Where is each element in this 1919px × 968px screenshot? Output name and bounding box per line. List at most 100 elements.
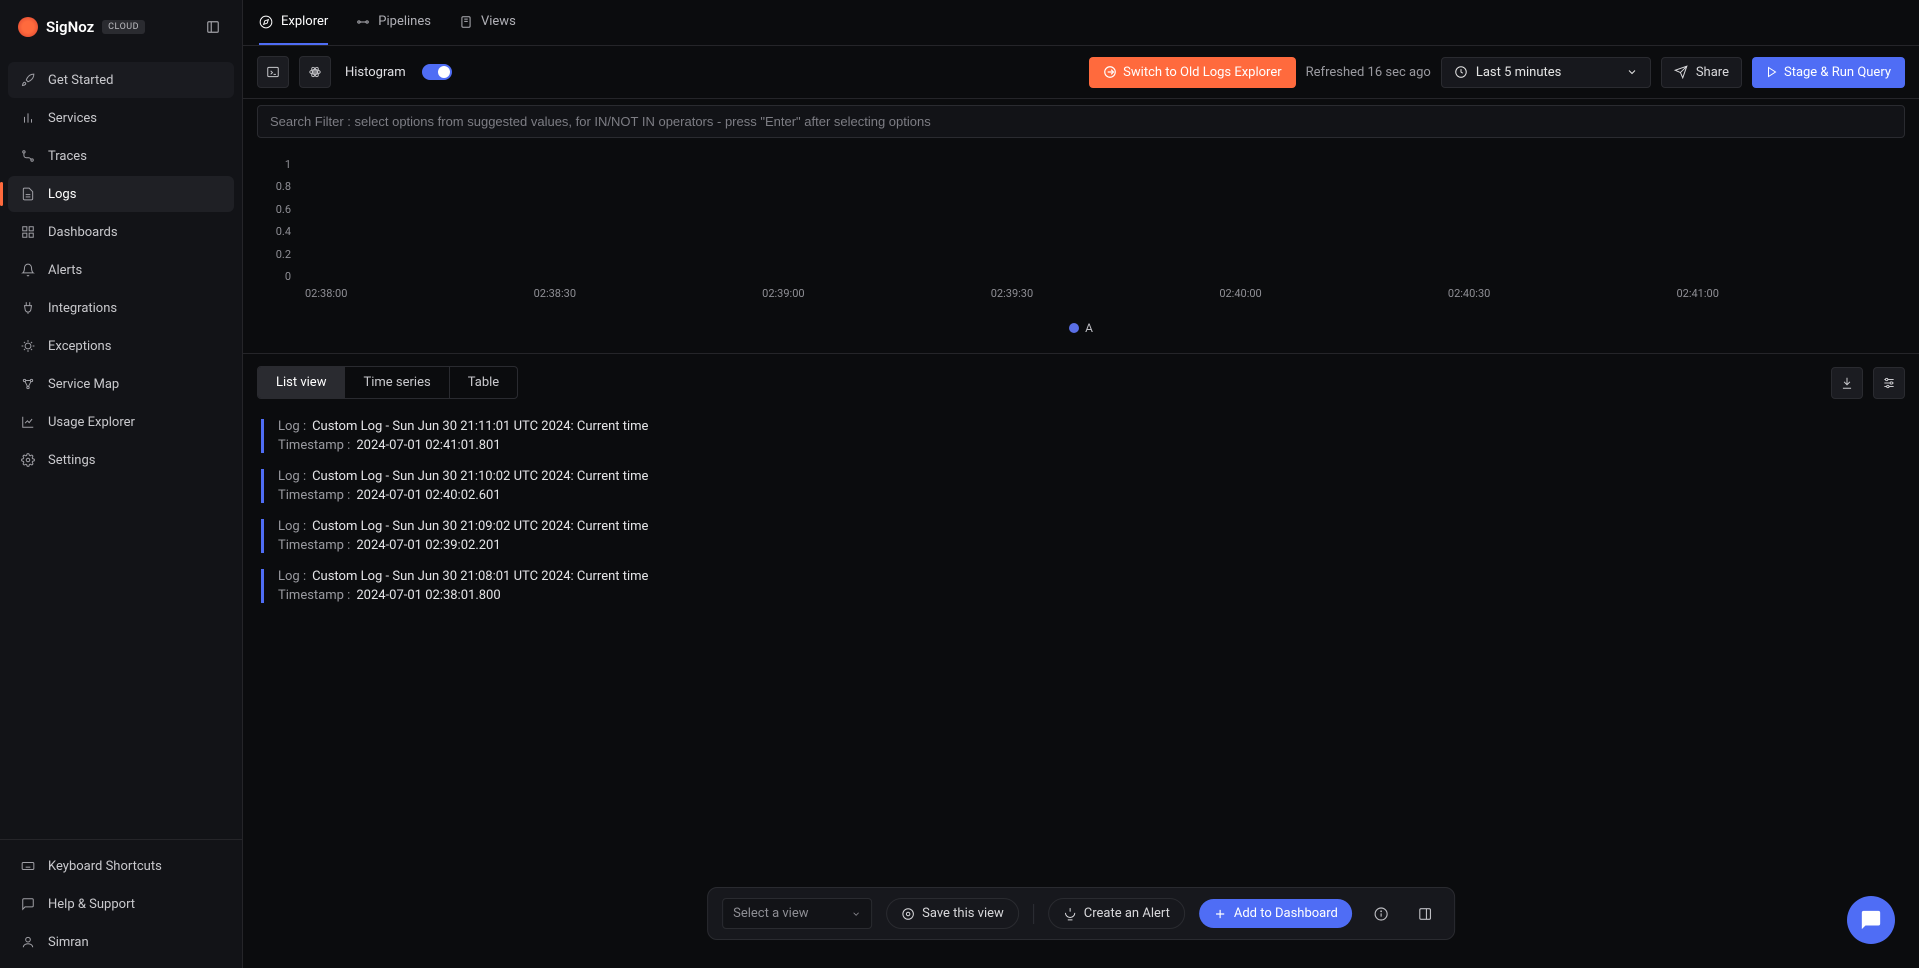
tab-label: Pipelines (378, 14, 431, 29)
view-mode-list[interactable]: List view (258, 367, 345, 398)
run-query-button[interactable]: Stage & Run Query (1752, 57, 1905, 88)
button-label: Add to Dashboard (1234, 906, 1338, 921)
x-tick: 02:38:00 (301, 287, 530, 313)
y-tick: 0.4 (276, 225, 291, 238)
float-action-bar: Select a view Save this view Create an A… (707, 887, 1455, 940)
logo-icon (18, 17, 38, 37)
arrow-switch-icon (1103, 65, 1117, 79)
sidebar-item-label: Integrations (48, 301, 117, 316)
tab-label: Views (481, 14, 516, 29)
sidebar-item-label: Help & Support (48, 897, 135, 912)
plug-icon (20, 300, 36, 316)
log-body: Custom Log - Sun Jun 30 21:11:01 UTC 202… (312, 419, 648, 434)
sidebar-item-traces[interactable]: Traces (8, 138, 234, 174)
share-button[interactable]: Share (1661, 57, 1742, 88)
log-timestamp: 2024-07-01 02:41:01.801 (356, 438, 500, 453)
button-label: Save this view (922, 906, 1004, 921)
log-timestamp: 2024-07-01 02:38:01.800 (356, 588, 500, 603)
log-field-label: Log : (278, 519, 306, 534)
sidebar-item-label: Dashboards (48, 225, 118, 240)
y-tick: 0.8 (276, 180, 291, 193)
x-tick: 02:40:00 (1215, 287, 1444, 313)
views-icon (459, 15, 473, 29)
sidebar-item-service-map[interactable]: Service Map (8, 366, 234, 402)
user-icon (20, 934, 36, 950)
sidebar-item-label: Service Map (48, 377, 119, 392)
sidebar-item-help-support[interactable]: Help & Support (8, 886, 234, 922)
sidebar-item-services[interactable]: Services (8, 100, 234, 136)
refreshed-label: Refreshed 16 sec ago (1306, 65, 1431, 80)
sidebar-item-settings[interactable]: Settings (8, 442, 234, 478)
sidebar-item-get-started[interactable]: Get Started (8, 62, 234, 98)
sidebar-item-label: Alerts (48, 263, 82, 278)
sidebar-item-label: Settings (48, 453, 95, 468)
tab-views[interactable]: Views (459, 0, 516, 45)
save-view-button[interactable]: Save this view (886, 898, 1019, 929)
select-view-dropdown[interactable]: Select a view (722, 898, 872, 929)
sidebar-item-logs[interactable]: Logs (8, 176, 234, 212)
sidebar-item-alerts[interactable]: Alerts (8, 252, 234, 288)
y-axis: 10.80.60.40.20 (261, 158, 297, 283)
download-icon (1840, 376, 1854, 390)
add-to-dashboard-button[interactable]: Add to Dashboard (1199, 899, 1352, 928)
topbar: Explorer Pipelines Views (243, 0, 1919, 46)
histogram-label: Histogram (345, 65, 406, 80)
sidebar-item-integrations[interactable]: Integrations (8, 290, 234, 326)
switch-old-explorer-button[interactable]: Switch to Old Logs Explorer (1089, 57, 1295, 88)
legend-dot-icon (1069, 323, 1079, 333)
log-entry[interactable]: Log : Custom Log - Sun Jun 30 21:09:02 UT… (261, 519, 1901, 553)
x-tick: 02:39:30 (987, 287, 1216, 313)
waypoints-icon (20, 148, 36, 164)
log-entry[interactable]: Log :Custom Log - Sun Jun 30 21:11:01 UT… (261, 419, 1901, 453)
disk-icon (901, 907, 915, 921)
sidebar-item-user[interactable]: Simran (8, 924, 234, 960)
bug-icon (20, 338, 36, 354)
log-field-label: Timestamp : (278, 588, 350, 603)
tab-label: Explorer (281, 14, 328, 29)
sidebar-item-usage-explorer[interactable]: Usage Explorer (8, 404, 234, 440)
download-button[interactable] (1831, 367, 1863, 399)
y-tick: 0 (285, 270, 291, 283)
legend-label: A (1085, 321, 1093, 335)
format-options-button[interactable] (1873, 367, 1905, 399)
clickhouse-query-button[interactable] (299, 56, 331, 88)
log-body: Custom Log - Sun Jun 30 21:08:01 UTC 202… (312, 569, 648, 584)
view-mode-time-series[interactable]: Time series (345, 367, 449, 398)
view-mode-table[interactable]: Table (450, 367, 517, 398)
main-content: Explorer Pipelines Views Histogram Switc… (243, 0, 1919, 968)
button-label: Share (1696, 65, 1729, 80)
clock-icon (1454, 65, 1468, 79)
create-alert-button[interactable]: Create an Alert (1048, 898, 1185, 929)
bell-icon (20, 262, 36, 278)
x-axis: 02:38:0002:38:3002:39:0002:39:3002:40:00… (301, 287, 1901, 313)
sidebar-item-exceptions[interactable]: Exceptions (8, 328, 234, 364)
sidebar-item-dashboards[interactable]: Dashboards (8, 214, 234, 250)
chart-legend[interactable]: A (261, 313, 1901, 343)
tab-pipelines[interactable]: Pipelines (356, 0, 431, 45)
file-text-icon (20, 186, 36, 202)
sidebar-nav: Get Started Services Traces Logs Dashboa… (0, 54, 242, 486)
chat-support-button[interactable] (1847, 896, 1895, 944)
sidebar-collapse-button[interactable] (202, 16, 224, 38)
pipeline-icon (356, 15, 370, 29)
tab-explorer[interactable]: Explorer (259, 0, 328, 45)
histogram-toggle[interactable] (422, 64, 452, 80)
log-entry[interactable]: Log :Custom Log - Sun Jun 30 21:10:02 UT… (261, 469, 1901, 503)
query-builder-button[interactable] (257, 56, 289, 88)
log-body: Custom Log - Sun Jun 30 21:09:02 UTC 202… (312, 519, 648, 534)
button-label: Create an Alert (1084, 906, 1170, 921)
x-tick: 02:39:00 (758, 287, 987, 313)
chevron-down-icon (851, 909, 861, 919)
button-label: Stage & Run Query (1784, 65, 1891, 80)
toolbar: Histogram Switch to Old Logs Explorer Re… (243, 46, 1919, 99)
search-filter-input[interactable] (257, 105, 1905, 138)
time-range-picker[interactable]: Last 5 minutes (1441, 57, 1651, 88)
time-range-label: Last 5 minutes (1476, 65, 1562, 80)
info-button[interactable] (1366, 899, 1396, 929)
gear-icon (20, 452, 36, 468)
send-icon (1674, 65, 1688, 79)
log-entry[interactable]: Log :Custom Log - Sun Jun 30 21:08:01 UT… (261, 569, 1901, 603)
sidebar-item-keyboard-shortcuts[interactable]: Keyboard Shortcuts (8, 848, 234, 884)
sliders-icon (1882, 376, 1896, 390)
expand-button[interactable] (1410, 899, 1440, 929)
